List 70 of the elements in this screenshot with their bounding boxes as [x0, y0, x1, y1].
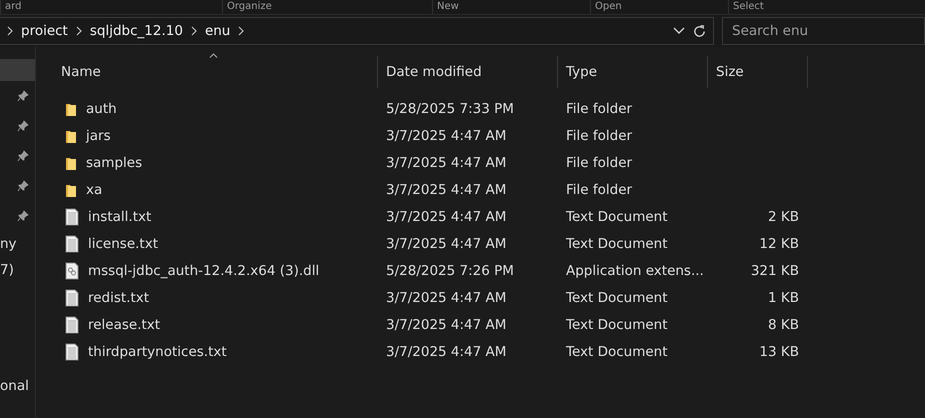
search-field[interactable]: Search enu: [722, 17, 925, 45]
pin-icon: [17, 120, 29, 132]
column-header[interactable]: Size: [708, 56, 808, 88]
column-header[interactable]: Date modified: [378, 56, 558, 88]
size-cell: 1 KB: [768, 290, 799, 306]
chevron-icon: [237, 26, 246, 36]
chevron-icon: [74, 26, 83, 36]
column-header[interactable]: Name: [36, 56, 378, 88]
breadcrumb[interactable]: proiect: [21, 23, 68, 39]
date-cell-text: 3/7/2025 4:47 AM: [385, 154, 508, 170]
type-cell-text: Text Document: [565, 290, 669, 306]
pin-icon: [17, 180, 29, 192]
type-cell-text: Text Document: [565, 236, 669, 252]
file-name[interactable]: auth: [86, 100, 117, 116]
type-cell-text: Text Document: [565, 208, 669, 224]
date-cell-text: 3/7/2025 4:47 AM: [385, 236, 508, 252]
pin-icon: [17, 150, 29, 162]
chevron-icon: [190, 26, 198, 36]
sidebar-item[interactable]: onal: [0, 378, 29, 394]
ribbon-group-label: Open: [590, 0, 622, 14]
date-cell-text: 3/7/2025 4:47 AM: [385, 290, 508, 306]
size-cell: 2 KB: [768, 208, 799, 224]
size-cell: 12 KB: [759, 236, 799, 252]
file-name[interactable]: thirdpartynotices.txt: [88, 344, 227, 360]
type-cell-text: File folder: [565, 128, 634, 144]
type-cell-text: File folder: [565, 154, 634, 170]
pin-icon: [17, 90, 29, 102]
size-cell: 8 KB: [768, 316, 799, 332]
file-name[interactable]: xa: [86, 182, 102, 198]
file-name[interactable]: redist.txt: [88, 290, 150, 306]
sidebar-item[interactable]: ny: [0, 236, 17, 252]
column-header[interactable]: Type: [558, 56, 708, 88]
type-cell-text: Text Document: [565, 316, 669, 332]
breadcrumb[interactable]: sqljdbc_12.10: [90, 23, 183, 39]
size-cell: 321 KB: [750, 262, 799, 278]
file-name[interactable]: release.txt: [88, 316, 160, 332]
ribbon-group-label: ard: [0, 0, 22, 14]
address-bar[interactable]: proiect sqljdbc_12.10 enu: [0, 17, 714, 45]
ribbon-group-label: New: [432, 0, 459, 14]
document-icon: [65, 234, 79, 252]
ribbon-group-label: Organize: [222, 0, 272, 14]
date-cell-text: 3/7/2025 4:47 AM: [385, 344, 508, 360]
date-cell-text: 5/28/2025 7:33 PM: [385, 100, 515, 116]
breadcrumb[interactable]: enu: [204, 23, 230, 39]
document-icon: [65, 342, 79, 360]
pin-icon: [17, 210, 29, 222]
file-name[interactable]: install.txt: [88, 208, 152, 224]
date-cell-text: 3/7/2025 4:47 AM: [385, 128, 508, 144]
file-name[interactable]: samples: [86, 154, 142, 170]
date-cell-text: 3/7/2025 4:47 AM: [385, 316, 508, 332]
type-cell-text: Text Document: [565, 344, 669, 360]
file-name[interactable]: jars: [86, 128, 111, 144]
date-cell-text: 3/7/2025 4:47 AM: [385, 182, 508, 198]
file-name[interactable]: license.txt: [88, 236, 158, 252]
date-cell-text: 5/28/2025 7:26 PM: [385, 262, 515, 278]
type-cell-text: File folder: [565, 182, 634, 198]
chevron-icon: [6, 26, 14, 36]
document-icon: [65, 208, 79, 226]
document-icon: [65, 288, 79, 306]
dropdown-icon[interactable]: [673, 27, 685, 35]
file-name[interactable]: mssql-jdbc_auth-12.4.2.x64 (3).dll: [88, 262, 320, 278]
date-cell-text: 3/7/2025 4:47 AM: [385, 208, 508, 224]
ribbon-group-label: Select: [728, 0, 764, 14]
gear-file-icon: [65, 262, 79, 280]
type-cell-text: Application extens...: [565, 262, 705, 278]
sidebar-item[interactable]: 7): [0, 262, 14, 278]
refresh-icon[interactable]: [692, 24, 707, 38]
type-cell-text: File folder: [565, 100, 634, 116]
document-icon: [65, 316, 79, 334]
size-cell: 13 KB: [759, 344, 799, 360]
